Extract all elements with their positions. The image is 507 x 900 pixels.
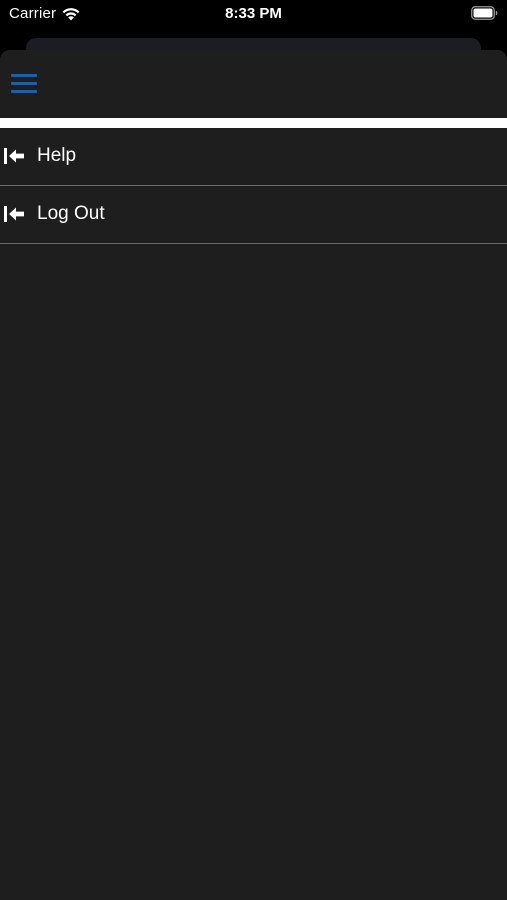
menu-list: Help Log Out	[0, 128, 507, 244]
arrow-left-to-bar-icon	[4, 206, 24, 222]
menu-item-log-out[interactable]: Log Out	[0, 186, 507, 244]
arrow-left-to-bar-icon	[4, 148, 24, 164]
side-menu-sheet: Help Log Out	[0, 50, 507, 900]
status-time: 8:33 PM	[225, 5, 282, 22]
battery-icon	[471, 6, 498, 20]
header-divider-strip	[0, 118, 507, 128]
hamburger-menu-icon-bar	[11, 82, 37, 85]
menu-item-help[interactable]: Help	[0, 128, 507, 186]
hamburger-menu-icon-bar	[11, 90, 37, 93]
menu-item-label: Help	[37, 145, 77, 166]
navigation-bar	[0, 50, 507, 118]
menu-item-label: Log Out	[37, 203, 105, 224]
hamburger-menu-button[interactable]	[8, 71, 40, 97]
hamburger-menu-icon	[11, 74, 37, 77]
status-bar: Carrier 8:33 PM	[0, 0, 507, 30]
